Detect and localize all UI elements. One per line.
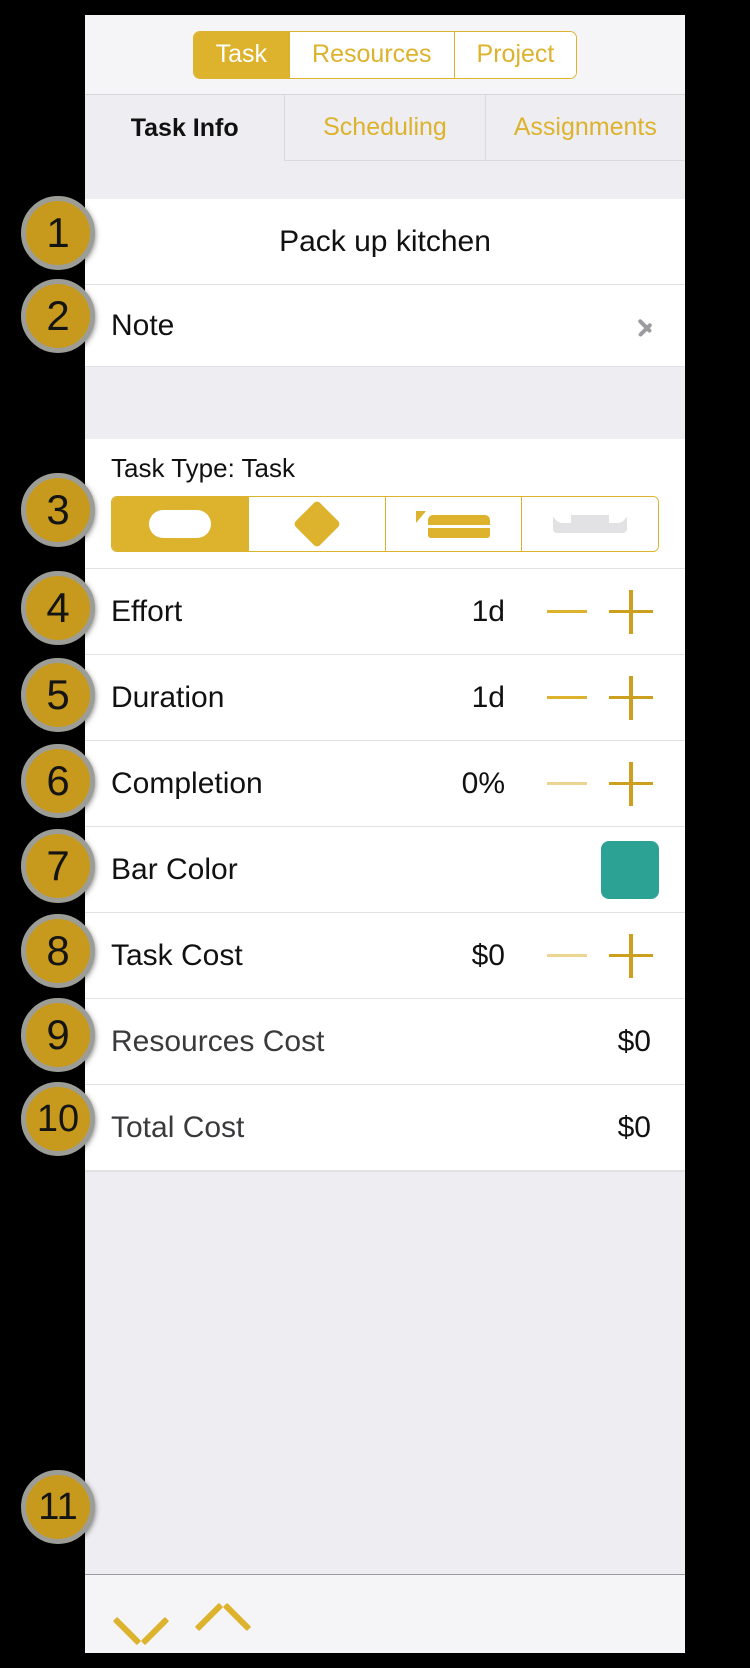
completion-label: Completion xyxy=(111,766,263,800)
total-cost-row: Total Cost $0 xyxy=(85,1085,685,1171)
bar-color-swatch[interactable] xyxy=(601,840,659,899)
empty-area xyxy=(85,1171,685,1574)
task-type-segmented-control[interactable] xyxy=(111,496,659,552)
app-panel: Task Resources Project Task Info Schedul… xyxy=(85,15,685,1653)
task-cost-stepper[interactable] xyxy=(539,928,659,984)
annotation-badge-10: 10 xyxy=(21,1082,95,1156)
scope-segment-task[interactable]: Task xyxy=(193,31,290,78)
task-shape-icon xyxy=(148,510,211,538)
tab-task-info[interactable]: Task Info xyxy=(85,95,286,161)
task-title-field[interactable]: Pack up kitchen xyxy=(85,199,685,285)
duration-plus-icon[interactable] xyxy=(603,670,659,726)
total-cost-value: $0 xyxy=(617,1110,651,1144)
completion-plus-icon[interactable] xyxy=(603,756,659,812)
scope-segmented-control[interactable]: Task Resources Project xyxy=(192,30,578,79)
resources-cost-row: Resources Cost $0 xyxy=(85,999,685,1085)
chevron-up-icon[interactable] xyxy=(194,1594,252,1650)
duration-label: Duration xyxy=(111,680,225,714)
total-cost-label: Total Cost xyxy=(111,1110,245,1144)
effort-stepper[interactable] xyxy=(539,584,659,640)
task-cost-label: Task Cost xyxy=(111,938,243,972)
task-type-section: Task Type: Task xyxy=(85,439,685,569)
duration-stepper[interactable] xyxy=(539,670,659,726)
bar-color-label: Bar Color xyxy=(111,852,238,886)
duration-minus-icon[interactable] xyxy=(539,670,595,726)
scope-segment-resources[interactable]: Resources xyxy=(289,31,454,78)
bar-color-row[interactable]: Bar Color xyxy=(85,827,685,913)
effort-value: 1d xyxy=(471,594,505,628)
scope-segment-project[interactable]: Project xyxy=(453,31,577,78)
hammock-shape-icon xyxy=(553,511,628,537)
tab-underline-band xyxy=(85,161,685,199)
effort-plus-icon[interactable] xyxy=(603,584,659,640)
completion-row[interactable]: Completion 0% xyxy=(85,741,685,827)
note-label: Note xyxy=(111,308,175,342)
duration-row[interactable]: Duration 1d xyxy=(85,655,685,741)
section-gap-band xyxy=(85,367,685,439)
task-type-option-task[interactable] xyxy=(112,497,248,551)
annotation-badge-9: 9 xyxy=(21,998,95,1072)
annotation-badge-1: 1 xyxy=(21,196,95,270)
annotation-badge-7: 7 xyxy=(21,829,95,903)
chevron-right-icon xyxy=(637,312,653,340)
top-toolbar: Task Resources Project xyxy=(85,15,685,95)
effort-minus-icon[interactable] xyxy=(539,584,595,640)
task-cost-value: $0 xyxy=(471,938,505,972)
completion-stepper[interactable] xyxy=(539,756,659,812)
annotation-badge-6: 6 xyxy=(21,744,95,818)
task-type-label: Task Type: Task xyxy=(111,453,296,483)
task-title-text: Pack up kitchen xyxy=(279,224,491,258)
completion-minus-icon[interactable] xyxy=(539,756,595,812)
completion-value: 0% xyxy=(461,766,505,800)
task-type-option-hammock[interactable] xyxy=(521,497,658,551)
note-row[interactable]: Note xyxy=(85,285,685,367)
annotation-badge-3: 3 xyxy=(21,473,95,547)
bottom-toolbar xyxy=(85,1574,685,1653)
task-cost-row[interactable]: Task Cost $0 xyxy=(85,913,685,999)
milestone-diamond-icon xyxy=(292,499,341,549)
chevron-down-icon[interactable] xyxy=(112,1594,170,1650)
task-type-option-group[interactable] xyxy=(384,497,522,551)
screenshot-root: Task Resources Project Task Info Schedul… xyxy=(0,0,750,1668)
annotation-badge-5: 5 xyxy=(21,658,95,732)
annotation-badge-2: 2 xyxy=(21,279,95,353)
effort-row[interactable]: Effort 1d xyxy=(85,569,685,655)
resources-cost-value: $0 xyxy=(617,1024,651,1058)
tab-bar: Task Info Scheduling Assignments xyxy=(85,95,685,161)
resources-cost-label: Resources Cost xyxy=(111,1024,325,1058)
task-type-option-milestone[interactable] xyxy=(247,497,385,551)
tab-scheduling[interactable]: Scheduling xyxy=(285,95,486,161)
annotation-badge-8: 8 xyxy=(21,914,95,988)
group-bar-icon xyxy=(416,509,491,539)
effort-label: Effort xyxy=(111,594,183,628)
task-cost-plus-icon[interactable] xyxy=(603,928,659,984)
tab-assignments[interactable]: Assignments xyxy=(485,95,685,161)
annotation-badge-4: 4 xyxy=(21,571,95,645)
task-cost-minus-icon[interactable] xyxy=(539,928,595,984)
duration-value: 1d xyxy=(471,680,505,714)
annotation-badge-11: 11 xyxy=(21,1470,95,1544)
